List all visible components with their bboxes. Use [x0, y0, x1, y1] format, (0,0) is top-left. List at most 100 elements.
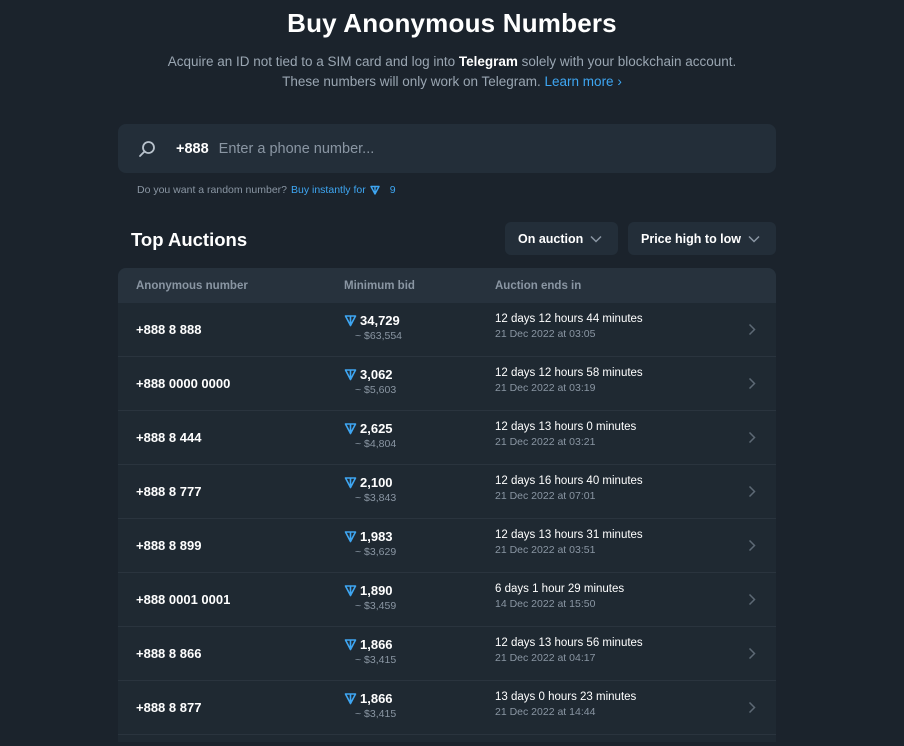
auction-ends: 12 days 16 hours 40 minutes 21 Dec 2022 a… — [495, 475, 643, 502]
chevron-right-icon — [748, 593, 756, 606]
random-number-offer: Do you want a random number? Buy instant… — [137, 184, 396, 196]
search-icon — [139, 140, 155, 157]
auction-ends: 12 days 12 hours 58 minutes 21 Dec 2022 a… — [495, 367, 643, 394]
bid-ton: 2,625 — [344, 421, 396, 436]
chevron-down-icon — [590, 235, 602, 243]
bid-ton-value: 1,983 — [360, 529, 393, 544]
minimum-bid: 2,625 ~ $4,804 — [344, 421, 396, 450]
ton-icon — [344, 477, 357, 489]
auction-end-date: 21 Dec 2022 at 04:17 — [495, 652, 596, 664]
auction-time-left: 12 days 12 hours 58 minutes — [495, 367, 643, 379]
ton-icon — [344, 369, 357, 381]
auction-ends: 12 days 13 hours 0 minutes 21 Dec 2022 at… — [495, 421, 636, 448]
random-number-question: Do you want a random number? — [137, 184, 287, 196]
ton-icon — [370, 185, 380, 195]
bid-ton-value: 34,729 — [360, 313, 400, 328]
bid-ton-value: 2,100 — [360, 475, 393, 490]
bottom-edge — [0, 742, 904, 746]
bid-usd-value: ~ $3,629 — [355, 546, 397, 558]
bid-usd-value: ~ $3,843 — [355, 492, 397, 504]
auction-time-left: 12 days 13 hours 56 minutes — [495, 637, 643, 649]
table-row[interactable]: +888 8 444 2,625 ~ $4,804 12 days 13 hours … — [118, 411, 776, 465]
table-row[interactable]: +888 0001 0001 1,890 ~ $3,459 6 days 1 hour… — [118, 573, 776, 627]
bid-usd-value: ~ $63,554 — [355, 330, 403, 342]
bid-ton: 34,729 — [344, 313, 402, 328]
bid-ton: 2,100 — [344, 475, 396, 490]
minimum-bid: 34,729 ~ $63,554 — [344, 313, 402, 342]
column-header-bid: Minimum bid — [344, 279, 415, 292]
bid-ton-value: 1,890 — [360, 583, 393, 598]
anonymous-number: +888 0001 0001 — [136, 592, 231, 607]
sort-label: Price high to low — [641, 231, 742, 246]
column-header-number: Anonymous number — [136, 279, 248, 292]
ton-icon — [344, 531, 357, 543]
auction-time-left: 13 days 0 hours 23 minutes — [495, 691, 637, 703]
status-filter-label: On auction — [518, 231, 584, 246]
bid-usd-value: ~ $3,459 — [355, 600, 397, 612]
table-row[interactable]: +888 8 777 2,100 ~ $3,843 12 days 16 hours … — [118, 465, 776, 519]
chevron-right-icon — [748, 539, 756, 552]
bid-usd-value: ~ $4,804 — [355, 438, 397, 450]
auction-ends: 6 days 1 hour 29 minutes 14 Dec 2022 at 1… — [495, 583, 624, 610]
bid-ton-value: 3,062 — [360, 367, 393, 382]
ton-icon — [344, 423, 357, 435]
minimum-bid: 3,062 ~ $5,603 — [344, 367, 396, 396]
chevron-right-icon — [748, 431, 756, 444]
learn-more-link[interactable]: Learn more › — [545, 74, 622, 89]
phone-number-input[interactable] — [216, 123, 776, 174]
table-row[interactable]: +888 8 866 1,866 ~ $3,415 12 days 13 hours … — [118, 627, 776, 681]
buy-instantly-link[interactable]: Buy instantly for — [291, 184, 366, 196]
auction-ends: 12 days 13 hours 56 minutes 21 Dec 2022 a… — [495, 637, 643, 664]
ton-icon — [344, 693, 357, 705]
bid-ton: 1,983 — [344, 529, 396, 544]
table-row[interactable]: +888 0000 0000 3,062 ~ $5,603 12 days 12 ho… — [118, 357, 776, 411]
minimum-bid: 2,100 ~ $3,843 — [344, 475, 396, 504]
phone-search-box[interactable]: +888 — [118, 123, 776, 174]
anonymous-number: +888 8 866 — [136, 646, 202, 661]
chevron-right-icon — [748, 323, 756, 336]
auction-end-date: 21 Dec 2022 at 03:51 — [495, 544, 596, 556]
auction-end-date: 14 Dec 2022 at 15:50 — [495, 598, 596, 610]
minimum-bid: 1,866 ~ $3,415 — [344, 637, 396, 666]
anonymous-number: +888 8 888 — [136, 322, 202, 337]
auction-time-left: 6 days 1 hour 29 minutes — [495, 583, 625, 595]
sort-dropdown[interactable]: Price high to low — [628, 222, 776, 255]
bid-ton: 1,890 — [344, 583, 396, 598]
top-auctions-heading: Top Auctions — [131, 229, 248, 250]
auction-end-date: 21 Dec 2022 at 03:05 — [495, 328, 596, 340]
auction-end-date: 21 Dec 2022 at 03:19 — [495, 382, 596, 394]
chevron-right-icon — [748, 647, 756, 660]
table-row[interactable]: +888 8 877 1,866 ~ $3,415 13 days 0 hours 2… — [118, 681, 776, 735]
anonymous-number: +888 0000 0000 — [136, 376, 231, 391]
minimum-bid: 1,866 ~ $3,415 — [344, 691, 396, 720]
auction-time-left: 12 days 13 hours 0 minutes — [495, 421, 637, 433]
table-row[interactable]: +888 8 888 34,729 ~ $63,554 12 days 12 hour… — [118, 303, 776, 357]
chevron-right-icon — [748, 377, 756, 390]
chevron-right-icon — [748, 701, 756, 714]
minimum-bid: 1,983 ~ $3,629 — [344, 529, 396, 558]
random-number-price: 9 — [389, 184, 396, 196]
status-filter-dropdown[interactable]: On auction — [505, 222, 618, 255]
ton-icon — [344, 585, 357, 597]
auction-time-left: 12 days 12 hours 44 minutes — [495, 313, 643, 325]
column-header-ends: Auction ends in — [495, 279, 582, 292]
auction-ends: 13 days 0 hours 23 minutes 21 Dec 2022 at… — [495, 691, 636, 718]
anonymous-number: +888 8 444 — [136, 430, 202, 445]
chevron-down-icon — [748, 235, 760, 243]
anonymous-number: +888 8 777 — [136, 484, 202, 499]
auction-time-left: 12 days 16 hours 40 minutes — [495, 475, 643, 487]
auction-end-date: 21 Dec 2022 at 07:01 — [495, 490, 596, 502]
bid-usd-value: ~ $5,603 — [355, 384, 397, 396]
bid-ton-value: 1,866 — [360, 691, 393, 706]
auctions-table: Anonymous number Minimum bid Auction end… — [118, 268, 776, 746]
ton-icon — [344, 315, 357, 327]
auction-end-date: 21 Dec 2022 at 14:44 — [495, 706, 596, 718]
bid-usd-value: ~ $3,415 — [355, 708, 397, 720]
auction-ends: 12 days 12 hours 44 minutes 21 Dec 2022 a… — [495, 313, 643, 340]
table-row[interactable]: +888 8 899 1,983 ~ $3,629 12 days 13 hours … — [118, 519, 776, 573]
page-subtitle: Acquire an ID not tied to a SIM card and… — [160, 52, 744, 92]
subtitle-telegram: Telegram — [458, 54, 518, 69]
auction-end-date: 21 Dec 2022 at 03:21 — [495, 436, 596, 448]
auction-ends: 12 days 13 hours 31 minutes 21 Dec 2022 a… — [495, 529, 643, 556]
auction-time-left: 12 days 13 hours 31 minutes — [495, 529, 643, 541]
